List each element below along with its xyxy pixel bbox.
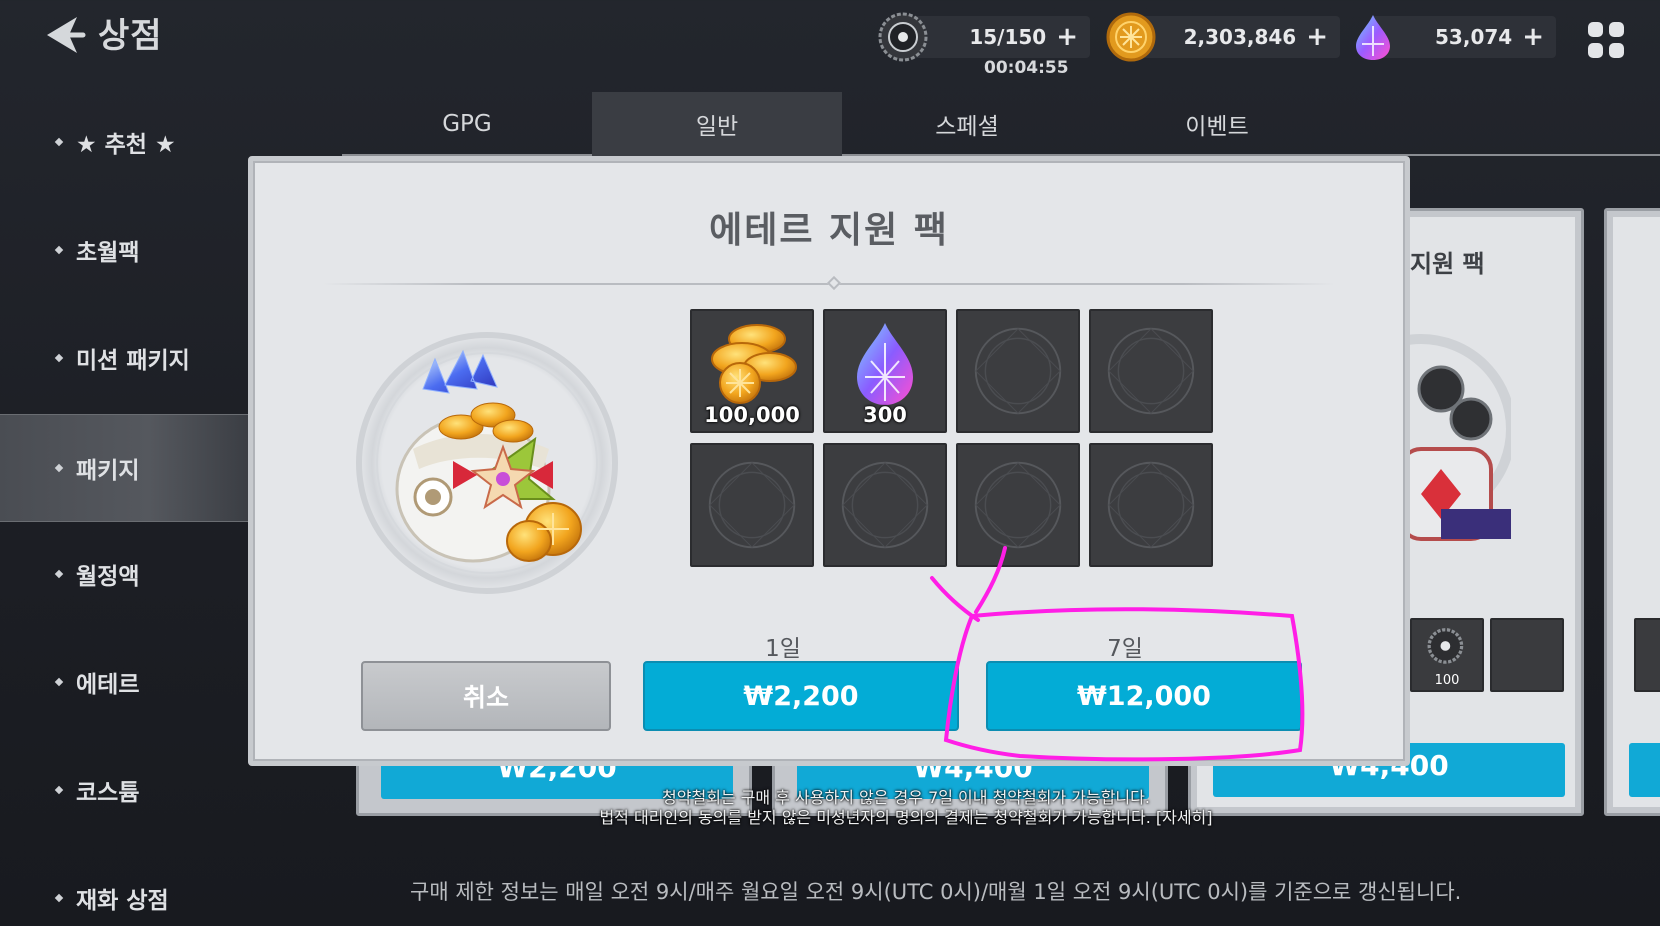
stamina-plus-button[interactable]: +: [1056, 24, 1078, 50]
empty-slot-icon: [974, 461, 1062, 549]
option-7-days-label: 7일: [1107, 636, 1143, 662]
option-1-days-label: 1일: [765, 636, 801, 662]
reward-slot-empty: [690, 443, 814, 567]
category-tabs: GPG 일반 스페셜 이벤트: [342, 92, 1660, 156]
cancel-button[interactable]: 취소: [361, 661, 611, 731]
stamina-gear-icon: [878, 12, 928, 62]
reward-slot-empty: [823, 443, 947, 567]
reward-slot-aether[interactable]: 300: [823, 309, 947, 433]
sidebar-item-transcend-pack[interactable]: 초월팩: [0, 220, 248, 280]
pack-bundle-icon: [1401, 334, 1511, 541]
stamina-amount: 15/150: [969, 25, 1047, 49]
back-button[interactable]: [40, 10, 90, 60]
sidebar-item-monthly[interactable]: 월정액: [0, 544, 248, 604]
tab-gpg[interactable]: GPG: [342, 92, 592, 156]
product-card-title: 지원 팩: [1410, 250, 1485, 278]
gold-coin-icon: [1106, 12, 1156, 62]
gold-plus-button[interactable]: +: [1306, 24, 1328, 50]
stamina-gear-icon: [1427, 628, 1464, 664]
empty-slot-icon: [841, 461, 929, 549]
back-arrow-icon: [47, 17, 86, 53]
aether-counter[interactable]: 53,074 +: [1356, 15, 1556, 60]
purchase-modal: 에테르 지원 팩 100,000 300 1일 7일 취소 ₩2,200 ₩12…: [248, 156, 1410, 766]
aether-amount: 53,074: [1435, 25, 1513, 49]
empty-slot-icon: [974, 327, 1062, 415]
sidebar-item-recommended[interactable]: ★ 추천 ★: [0, 112, 248, 172]
page-title: 상점: [98, 16, 163, 56]
gold-amount: 2,303,846: [1183, 25, 1297, 49]
reward-slot: [1634, 618, 1660, 692]
gold-counter[interactable]: 2,303,846 +: [1106, 12, 1340, 62]
reward-slot-empty: [1490, 618, 1564, 692]
sidebar-item-currency-shop[interactable]: 재화 상점: [0, 868, 248, 926]
menu-grid-icon: [1588, 22, 1603, 37]
empty-slot-icon: [1107, 327, 1195, 415]
tab-general[interactable]: 일반: [592, 92, 842, 156]
pack-bag-icon: [356, 332, 618, 594]
buy-1-day-button[interactable]: ₩2,200: [643, 661, 959, 731]
reward-qty: 100,000: [704, 403, 800, 427]
main-menu-button[interactable]: [1588, 22, 1624, 58]
reward-slot-empty: [956, 309, 1080, 433]
reward-qty: 300: [863, 403, 907, 427]
empty-slot-icon: [708, 461, 796, 549]
sidebar-item-package[interactable]: 패키지: [0, 414, 248, 522]
buy-7-day-button[interactable]: ₩12,000: [986, 661, 1302, 731]
reward-slot-empty: [1089, 443, 1213, 567]
tab-event[interactable]: 이벤트: [1092, 92, 1342, 156]
purchase-limit-notice: 구매 제한 정보는 매일 오전 9시/매주 월요일 오전 9시(UTC 0시)/…: [410, 880, 1462, 904]
sidebar-item-mission-package[interactable]: 미션 패키지: [0, 328, 248, 388]
reward-slot: 100: [1410, 618, 1484, 692]
refund-notice-line2[interactable]: 법적 대리인의 동의를 받지 않은 미성년자의 명의의 결제는 청약철회가 가능…: [76, 804, 1660, 828]
aether-crystal-icon: [857, 323, 913, 405]
aether-plus-button[interactable]: +: [1522, 24, 1544, 50]
empty-slot-icon: [1107, 461, 1195, 549]
gold-coins-icon: [711, 324, 797, 404]
reward-slot-gold[interactable]: 100,000: [690, 309, 814, 433]
aether-crystal-icon: [1356, 15, 1390, 60]
reward-slot-empty: [1089, 309, 1213, 433]
reward-slot-empty: [956, 443, 1080, 567]
stamina-counter[interactable]: 15/150 +: [878, 12, 1090, 62]
tab-special[interactable]: 스페셜: [842, 92, 1092, 156]
sidebar-item-aether[interactable]: 에테르: [0, 652, 248, 712]
modal-title: 에테르 지원 팩: [709, 210, 949, 251]
product-card[interactable]: [1604, 208, 1660, 816]
stamina-timer: 00:04:55: [984, 58, 1069, 78]
